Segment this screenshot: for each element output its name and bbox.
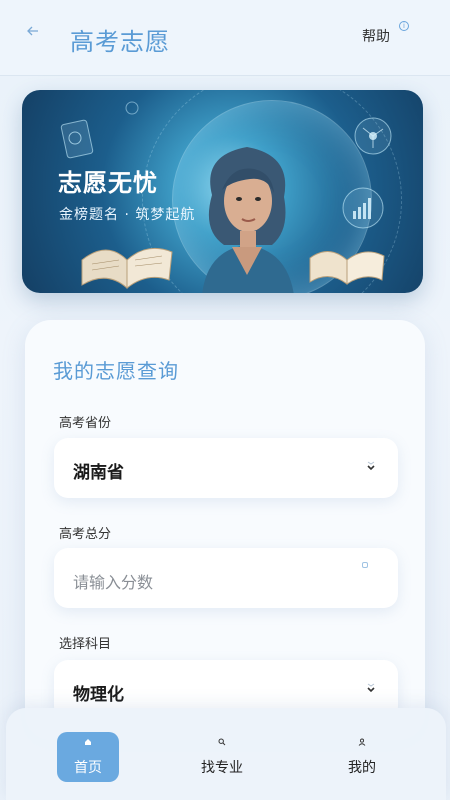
nav-item-find-major[interactable]: 找专业 [191, 732, 253, 782]
nav-label-mine: 我的 [348, 760, 376, 776]
document-hologram-icon [60, 119, 94, 159]
form-title: 我的志愿查询 [53, 359, 179, 383]
chevron-down-icon [367, 461, 375, 471]
nav-label-find-major: 找专业 [201, 760, 243, 776]
user-icon [358, 738, 366, 746]
query-form-card: 我的志愿查询 高考省份 湖南省 高考总分 请输入分数 选择科目 物理化 [25, 320, 425, 740]
home-icon [85, 739, 91, 745]
subjects-label: 选择科目 [59, 637, 112, 652]
help-button[interactable]: 帮助 [362, 26, 390, 46]
banner-title: 志愿无忧 [58, 169, 158, 197]
sparkle-icon [125, 101, 139, 115]
score-label: 高考总分 [59, 527, 112, 542]
bar-chart-hologram-icon [342, 187, 384, 229]
info-circle-icon[interactable]: i [399, 21, 409, 31]
bottom-navigation: 首页 找专业 我的 [6, 708, 446, 800]
banner-subtitle: 金榜题名 · 筑梦起航 [59, 207, 196, 223]
open-book-left-image [81, 247, 173, 290]
app-root: 高考志愿 帮助 i 志愿无忧 金榜题名 · 筑梦起航 我的志愿查询 高考省份 湖… [0, 0, 450, 800]
hero-banner[interactable]: 志愿无忧 金榜题名 · 筑梦起航 [22, 90, 423, 293]
nav-item-home[interactable]: 首页 [57, 732, 119, 782]
open-book-right-image [309, 251, 385, 286]
province-select[interactable]: 湖南省 [54, 438, 398, 498]
subjects-value: 物理化 [73, 685, 124, 705]
back-button[interactable] [22, 20, 44, 42]
province-value: 湖南省 [73, 463, 124, 483]
page-title: 高考志愿 [70, 28, 170, 56]
search-icon [218, 738, 226, 746]
top-header: 高考志愿 帮助 i [0, 0, 450, 76]
edit-icon [362, 562, 368, 568]
nav-label-home: 首页 [74, 760, 102, 776]
score-input[interactable]: 请输入分数 [54, 548, 398, 608]
score-placeholder: 请输入分数 [73, 573, 154, 592]
province-label: 高考省份 [59, 416, 112, 431]
network-hologram-icon [354, 117, 392, 155]
arrow-left-icon [27, 26, 38, 36]
chevron-down-icon [367, 683, 375, 693]
nav-item-mine[interactable]: 我的 [331, 732, 393, 782]
